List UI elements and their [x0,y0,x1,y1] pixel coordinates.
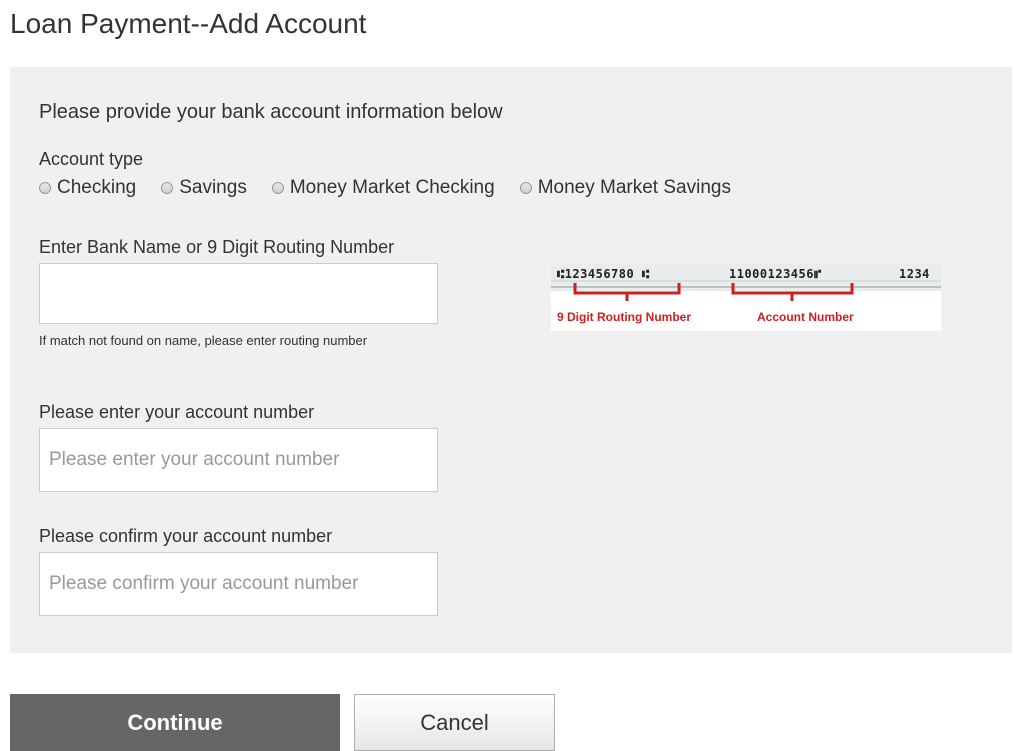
radio-label: Money Market Savings [537,177,731,198]
micr-routing-text: ⑆123456780 ⑆ [557,267,650,281]
confirm-account-number-input[interactable] [39,552,438,616]
micr-account-text: 11000123456⑈ [729,267,822,281]
radio-money-market-savings[interactable]: Money Market Savings [519,175,731,201]
account-number-label: Please enter your account number [39,402,315,422]
account-number-input[interactable] [39,428,438,492]
radio-circle-icon[interactable] [271,182,284,194]
continue-button[interactable]: Continue [10,694,340,751]
confirm-account-number-label: Please confirm your account number [39,526,333,546]
bank-name-label: Enter Bank Name or 9 Digit Routing Numbe… [39,237,395,257]
account-type-radio-group: Checking Savings Money Market Checking M… [39,175,756,201]
radio-circle-icon[interactable] [519,182,532,194]
radio-label: Savings [179,177,247,198]
radio-circle-icon[interactable] [161,182,174,194]
micr-check-text: 1234 [899,267,930,281]
account-caption: Account Number [757,310,854,324]
radio-label: Money Market Checking [289,177,495,198]
radio-savings[interactable]: Savings [161,175,247,201]
routing-caption: 9 Digit Routing Number [557,310,691,324]
bank-name-hint: If match not found on name, please enter… [39,333,368,348]
cancel-button[interactable]: Cancel [354,694,555,751]
radio-label: Checking [57,177,137,198]
page-title: Loan Payment--Add Account [10,8,367,39]
account-form-panel: Please provide your bank account informa… [10,67,1012,653]
bank-name-input[interactable] [39,263,438,324]
form-intro: Please provide your bank account informa… [39,101,503,123]
radio-money-market-checking[interactable]: Money Market Checking [271,175,495,201]
check-routing-example-image: ⑆123456780 ⑆ 11000123456⑈ 1234 9 Digit R… [551,263,941,331]
account-type-label: Account type [39,149,144,169]
radio-circle-icon[interactable] [39,182,51,194]
radio-checking[interactable]: Checking [39,175,136,201]
